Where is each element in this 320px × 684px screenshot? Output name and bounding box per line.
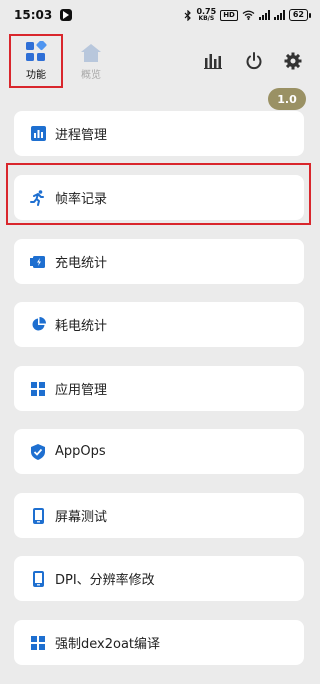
wifi-icon bbox=[242, 10, 255, 20]
app-notification-icon bbox=[60, 9, 73, 21]
tab-function[interactable]: 功能 bbox=[9, 34, 63, 88]
hd-badge: HD bbox=[220, 9, 238, 21]
menu-item-power-stats[interactable]: 耗电统计 bbox=[14, 302, 304, 347]
running-icon bbox=[30, 189, 46, 206]
tab-overview-label: 概览 bbox=[81, 70, 101, 81]
menu-item-screen-test[interactable]: 屏幕测试 bbox=[14, 493, 304, 538]
phone-icon bbox=[30, 507, 46, 524]
gear-icon bbox=[284, 52, 302, 70]
stats-button[interactable] bbox=[202, 50, 224, 72]
menu-item-frame-rate[interactable]: 帧率记录 bbox=[14, 175, 304, 220]
net-speed-unit: KB/S bbox=[198, 15, 215, 22]
menu-item-label: 屏幕测试 bbox=[55, 510, 108, 525]
bluetooth-icon bbox=[185, 9, 192, 21]
tab-overview[interactable]: 概览 bbox=[66, 38, 116, 86]
menu-item-charging-stats[interactable]: 充电统计 bbox=[14, 239, 304, 284]
grid-icon bbox=[30, 381, 46, 397]
bar-chart-icon bbox=[204, 54, 222, 69]
version-badge: 1.0 bbox=[268, 88, 306, 110]
menu-item-label: 充电统计 bbox=[55, 256, 108, 271]
menu-item-dpi-resolution[interactable]: DPI、分辨率修改 bbox=[14, 556, 304, 601]
phone-icon bbox=[30, 570, 46, 587]
menu-item-label: 进程管理 bbox=[55, 128, 108, 143]
menu-item-label: 帧率记录 bbox=[55, 192, 108, 207]
menu-item-app-management[interactable]: 应用管理 bbox=[14, 366, 304, 411]
net-speed-value: 0.75 bbox=[196, 7, 217, 16]
settings-button[interactable] bbox=[282, 50, 304, 72]
menu-item-dex2oat[interactable]: 强制dex2oat编译 bbox=[14, 620, 304, 665]
tab-function-label: 功能 bbox=[26, 70, 46, 81]
grid-icon bbox=[30, 635, 46, 651]
menu-item-label: DPI、分辨率修改 bbox=[55, 573, 155, 588]
power-button[interactable] bbox=[243, 50, 265, 72]
battery-charge-icon bbox=[30, 254, 46, 270]
menu-item-label: 耗电统计 bbox=[55, 319, 108, 334]
status-bar: 15:03 0.75 KB/S HD 62 bbox=[0, 0, 320, 30]
top-navigation: 功能 概览 bbox=[0, 34, 320, 90]
shield-icon bbox=[30, 443, 46, 460]
pie-chart-icon bbox=[30, 317, 46, 333]
menu-item-appops[interactable]: AppOps bbox=[14, 429, 304, 474]
function-grid-icon bbox=[26, 41, 47, 61]
bar-chart-icon bbox=[30, 126, 46, 142]
signal-icon bbox=[258, 10, 270, 20]
power-icon bbox=[246, 52, 262, 70]
menu-item-label: 应用管理 bbox=[55, 383, 108, 398]
net-speed: 0.75 KB/S bbox=[196, 7, 217, 23]
menu-item-label: 强制dex2oat编译 bbox=[55, 637, 161, 652]
signal-icon bbox=[273, 10, 285, 20]
menu-item-label: AppOps bbox=[55, 444, 106, 459]
battery-indicator: 62 bbox=[288, 9, 312, 21]
home-icon bbox=[81, 44, 101, 62]
clock: 15:03 bbox=[14, 8, 53, 22]
menu-item-process-management[interactable]: 进程管理 bbox=[14, 111, 304, 156]
